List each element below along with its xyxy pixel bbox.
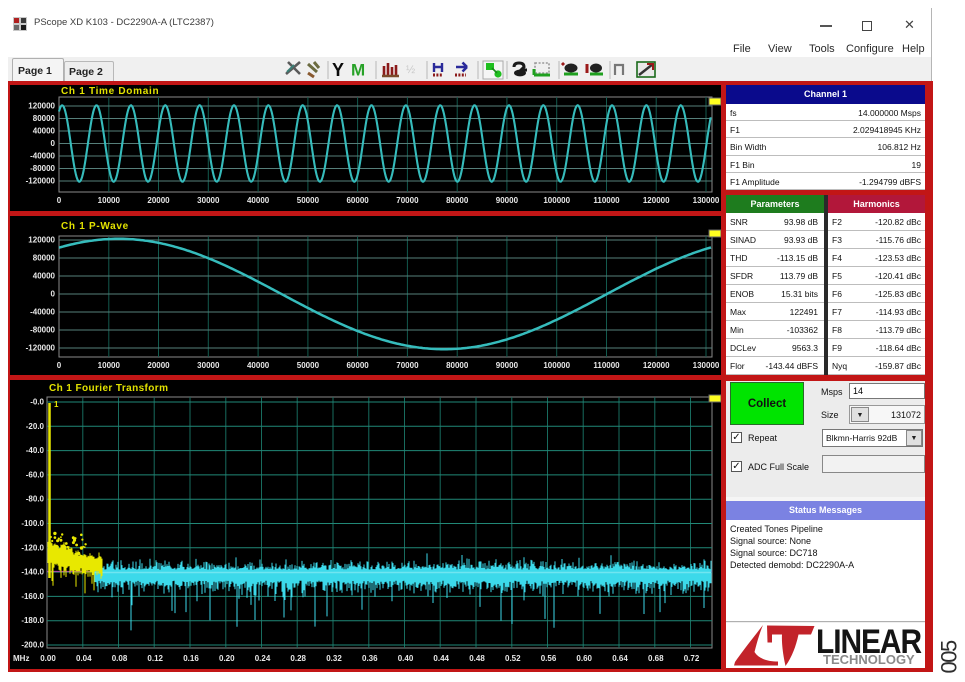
svg-text:0.24: 0.24 [255, 654, 271, 663]
svg-text:0.48: 0.48 [469, 654, 485, 663]
svg-text:-100.0: -100.0 [21, 519, 44, 528]
svg-text:80000: 80000 [446, 196, 469, 205]
svg-text:110000: 110000 [593, 361, 620, 370]
svg-text:0.60: 0.60 [576, 654, 592, 663]
svg-text:20000: 20000 [147, 361, 170, 370]
svg-text:MHz: MHz [13, 654, 29, 663]
svg-text:-200.0: -200.0 [21, 641, 44, 650]
svg-text:-80000: -80000 [30, 164, 55, 173]
svg-text:-80.0: -80.0 [26, 495, 45, 504]
svg-text:120000: 120000 [643, 196, 670, 205]
svg-text:0.32: 0.32 [326, 654, 342, 663]
svg-text:-20.0: -20.0 [26, 422, 45, 431]
svg-text:0.16: 0.16 [183, 654, 199, 663]
svg-text:0.20: 0.20 [219, 654, 235, 663]
svg-text:120000: 120000 [643, 361, 670, 370]
svg-text:M: M [351, 61, 365, 80]
svg-text:30000: 30000 [197, 196, 220, 205]
svg-text:30000: 30000 [197, 361, 220, 370]
svg-text:130000: 130000 [693, 196, 720, 205]
svg-text:110000: 110000 [593, 196, 620, 205]
svg-text:100000: 100000 [543, 196, 570, 205]
svg-text:-80000: -80000 [30, 326, 55, 335]
svg-text:50000: 50000 [297, 361, 320, 370]
svg-text:100000: 100000 [543, 361, 570, 370]
svg-text:0.12: 0.12 [147, 654, 163, 663]
svg-text:80000: 80000 [33, 254, 56, 263]
svg-text:40000: 40000 [247, 361, 270, 370]
svg-text:0: 0 [57, 196, 62, 205]
svg-text:-140.0: -140.0 [21, 568, 44, 577]
svg-text:-40000: -40000 [30, 308, 55, 317]
svg-text:90000: 90000 [496, 361, 519, 370]
svg-text:120000: 120000 [28, 102, 55, 111]
svg-text:0: 0 [51, 139, 56, 148]
svg-text:0.04: 0.04 [76, 654, 92, 663]
svg-text:-0.0: -0.0 [30, 398, 44, 407]
svg-text:120000: 120000 [28, 236, 55, 245]
svg-text:-40.0: -40.0 [26, 446, 45, 455]
svg-text:0.68: 0.68 [648, 654, 664, 663]
svg-text:-160.0: -160.0 [21, 592, 44, 601]
svg-text:60000: 60000 [346, 196, 369, 205]
svg-text:40000: 40000 [247, 196, 270, 205]
svg-text:1: 1 [54, 400, 59, 409]
svg-text:70000: 70000 [396, 361, 419, 370]
svg-text:90000: 90000 [496, 196, 519, 205]
svg-text:½: ½ [406, 64, 415, 76]
svg-text:TECHNOLOGY: TECHNOLOGY [823, 652, 915, 667]
svg-text:0.44: 0.44 [433, 654, 449, 663]
svg-text:0.64: 0.64 [612, 654, 628, 663]
svg-text:-120000: -120000 [26, 177, 56, 186]
svg-text:0.08: 0.08 [112, 654, 128, 663]
svg-text:-120.0: -120.0 [21, 543, 44, 552]
svg-text:10000: 10000 [98, 196, 121, 205]
svg-text:-120000: -120000 [26, 344, 56, 353]
svg-text:10000: 10000 [98, 361, 121, 370]
svg-text:40000: 40000 [33, 127, 56, 136]
svg-text:Y: Y [332, 60, 344, 80]
svg-text:Ch 1 P-Wave: Ch 1 P-Wave [61, 221, 129, 232]
svg-text:0.52: 0.52 [505, 654, 521, 663]
svg-text:-180.0: -180.0 [21, 616, 44, 625]
svg-text:0.56: 0.56 [541, 654, 557, 663]
svg-text:80000: 80000 [446, 361, 469, 370]
svg-text:0.40: 0.40 [398, 654, 414, 663]
svg-text:0.28: 0.28 [290, 654, 306, 663]
svg-text:Ch 1 Fourier Transform: Ch 1 Fourier Transform [49, 383, 168, 394]
svg-text:130000: 130000 [693, 361, 720, 370]
svg-text:0.00: 0.00 [40, 654, 56, 663]
svg-text:50000: 50000 [297, 196, 320, 205]
svg-text:Ch 1 Time Domain: Ch 1 Time Domain [61, 86, 159, 97]
svg-text:40000: 40000 [33, 272, 56, 281]
svg-text:0.72: 0.72 [684, 654, 700, 663]
svg-text:-40000: -40000 [30, 152, 55, 161]
svg-text:80000: 80000 [33, 114, 56, 123]
svg-text:60000: 60000 [346, 361, 369, 370]
svg-text:0: 0 [57, 361, 62, 370]
svg-text:0: 0 [51, 290, 56, 299]
svg-text:0.36: 0.36 [362, 654, 378, 663]
svg-text:70000: 70000 [396, 196, 419, 205]
svg-text:20000: 20000 [147, 196, 170, 205]
svg-text:-60.0: -60.0 [26, 470, 45, 479]
